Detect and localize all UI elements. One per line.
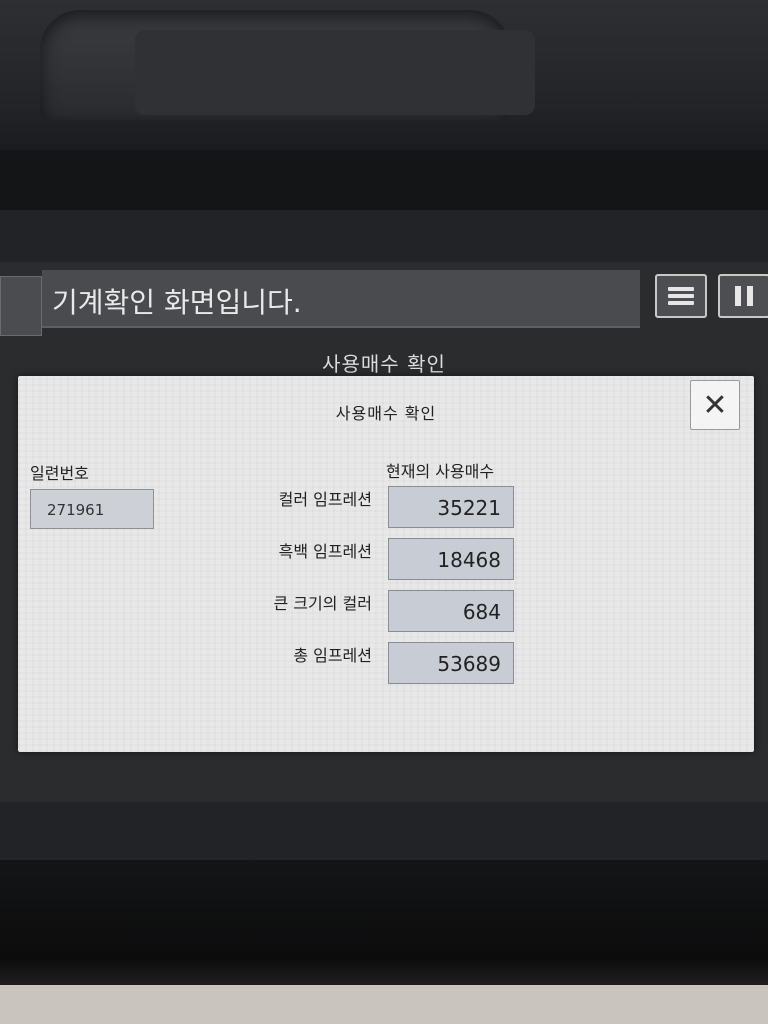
dialog-title: 사용매수 확인 [335, 404, 437, 423]
paper-slot [40, 10, 535, 120]
total-impressions-value: 53689 [388, 642, 514, 684]
paper-slot-inner [135, 30, 535, 115]
usage-count-dialog: 사용매수 확인 ✕ 일련번호 271961 현재의 사용매수 컬러 임프레션 3… [18, 376, 754, 752]
device-top-housing [0, 0, 768, 150]
menu-icon [668, 287, 694, 305]
pause-button[interactable] [718, 274, 768, 318]
total-impressions-label: 총 임프레션 [293, 646, 372, 665]
serial-number-value: 271961 [30, 489, 154, 529]
menu-button[interactable] [655, 274, 707, 318]
device-bezel-band [0, 150, 768, 210]
pause-icon [735, 286, 753, 306]
bw-impressions-label: 흑백 임프레션 [278, 542, 372, 561]
close-icon: ✕ [702, 387, 728, 423]
color-impressions-value: 35221 [388, 486, 514, 528]
large-color-label: 큰 크기의 컬러 [273, 594, 373, 613]
current-count-header: 현재의 사용매수 [386, 462, 495, 481]
large-color-value: 684 [388, 590, 514, 632]
close-button[interactable]: ✕ [690, 380, 740, 430]
color-impressions-label: 컬러 임프레션 [278, 490, 372, 509]
status-bar: 기계확인 화면입니다. [42, 270, 640, 328]
bw-impressions-value: 18468 [388, 538, 514, 580]
floor [0, 985, 768, 1024]
serial-number-label: 일련번호 [30, 464, 89, 483]
back-button[interactable] [0, 276, 42, 336]
background-screen-title: 사용매수 확인 [322, 352, 446, 376]
